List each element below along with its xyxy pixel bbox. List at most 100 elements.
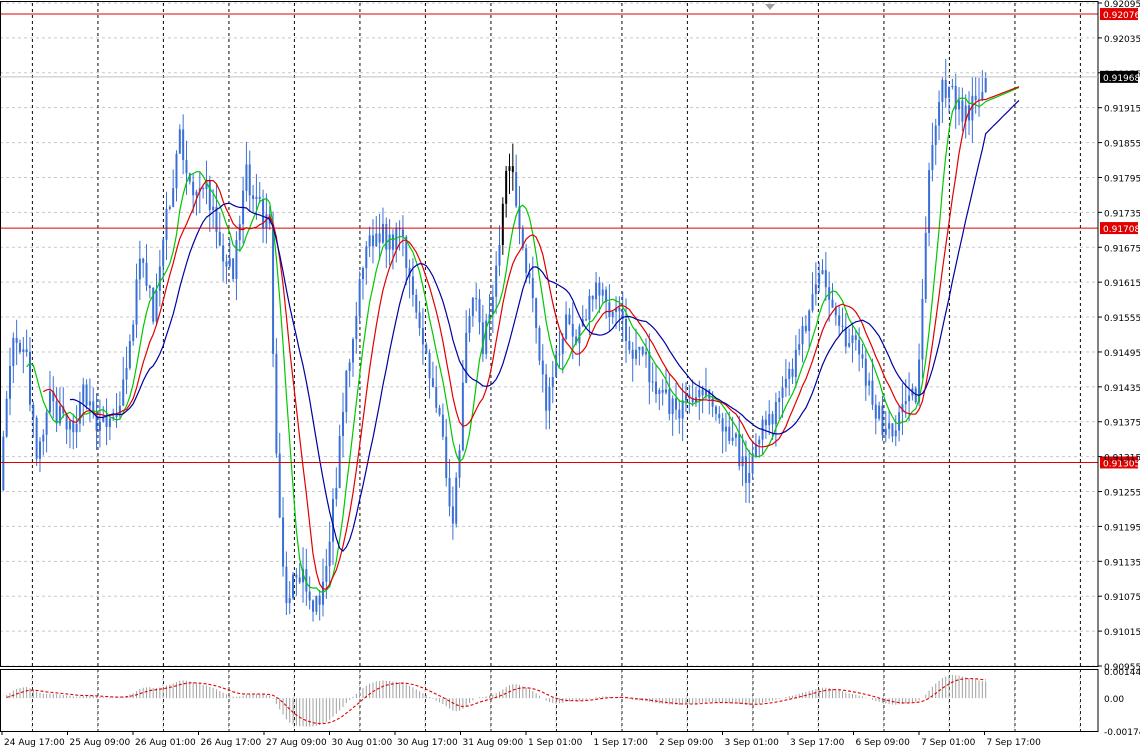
price-tick-label: 0.92035 bbox=[1104, 35, 1140, 45]
oscillator-tick-label: -0.00174 bbox=[1104, 728, 1140, 738]
candle-body bbox=[122, 379, 125, 406]
candle-body bbox=[781, 387, 784, 398]
candle-body bbox=[2, 436, 5, 491]
candle-body bbox=[108, 418, 111, 427]
candle-body bbox=[545, 374, 548, 411]
candle-body bbox=[871, 380, 874, 405]
candle-body bbox=[5, 398, 8, 437]
candle-body bbox=[15, 337, 18, 343]
candle-body bbox=[345, 370, 348, 412]
candle-body bbox=[138, 258, 141, 280]
candle-body bbox=[38, 441, 41, 459]
candle-body bbox=[658, 390, 661, 395]
candle-body bbox=[791, 368, 794, 377]
time-tick-label: 25 Aug 09:00 bbox=[70, 738, 131, 748]
candle-body bbox=[568, 314, 571, 324]
candle-body bbox=[348, 362, 351, 371]
candle-body bbox=[431, 378, 434, 388]
candle-body bbox=[864, 358, 867, 386]
candle-body bbox=[784, 378, 787, 388]
candle-body bbox=[938, 102, 941, 126]
candle-body bbox=[315, 595, 318, 612]
candle-body bbox=[738, 433, 741, 467]
candle-body bbox=[595, 282, 598, 300]
candle-body bbox=[648, 352, 651, 383]
candle-body bbox=[358, 279, 361, 316]
candle-body bbox=[898, 412, 901, 431]
candle-body bbox=[668, 389, 671, 415]
price-tick-label: 0.91615 bbox=[1104, 279, 1140, 289]
time-tick-label: 30 Aug 17:00 bbox=[397, 738, 458, 748]
candle-body bbox=[611, 311, 614, 318]
price-tick-label: 0.91555 bbox=[1104, 314, 1140, 324]
candle-body bbox=[175, 153, 178, 189]
candle-body bbox=[618, 307, 621, 312]
candle-body bbox=[535, 298, 538, 328]
candle-body bbox=[415, 294, 418, 313]
time-tick-label: 24 Aug 17:00 bbox=[4, 738, 65, 748]
candle-body bbox=[891, 423, 894, 437]
candle-body bbox=[378, 233, 381, 243]
candle-body bbox=[608, 302, 611, 318]
candle-body bbox=[858, 339, 861, 355]
candle-body bbox=[328, 541, 331, 567]
candle-body bbox=[455, 477, 458, 524]
candle-body bbox=[435, 387, 438, 408]
candle-body bbox=[928, 170, 931, 233]
candle-body bbox=[88, 401, 91, 406]
candle-body bbox=[598, 282, 601, 296]
candle-body bbox=[182, 129, 185, 161]
candle-body bbox=[135, 279, 138, 325]
candle-body bbox=[338, 435, 341, 488]
candle-body bbox=[178, 129, 181, 154]
candle-body bbox=[318, 595, 321, 605]
candle-body bbox=[218, 231, 221, 246]
candle-body bbox=[308, 591, 311, 601]
candle-body bbox=[322, 581, 325, 605]
candle-body bbox=[232, 258, 235, 280]
candle-body bbox=[128, 341, 131, 369]
candle-body bbox=[172, 188, 175, 207]
candle-body bbox=[22, 349, 25, 352]
candle-body bbox=[884, 428, 887, 435]
candle-body bbox=[98, 421, 101, 431]
candle-body bbox=[881, 405, 884, 435]
candle-body bbox=[561, 338, 564, 354]
horizontal-level-label: 0.91708 bbox=[1103, 225, 1140, 235]
candle-body bbox=[375, 233, 378, 247]
candle-body bbox=[811, 294, 814, 311]
candle-body bbox=[8, 366, 11, 399]
candle-body bbox=[225, 261, 228, 267]
price-tick-label: 0.91795 bbox=[1104, 174, 1140, 184]
candle-body bbox=[551, 376, 554, 387]
candle-body bbox=[142, 258, 145, 263]
candle-body bbox=[794, 349, 797, 377]
candle-body bbox=[771, 414, 774, 425]
price-tick-label: 0.92095 bbox=[1104, 0, 1140, 10]
candle-body bbox=[508, 166, 511, 171]
candle-body bbox=[951, 85, 954, 88]
candle-body bbox=[671, 398, 674, 415]
candle-body bbox=[821, 270, 824, 275]
candle-body bbox=[665, 389, 667, 393]
candle-body bbox=[531, 277, 534, 299]
price-chart[interactable]: 0.920760.917080.91305 0.920950.920350.91… bbox=[0, 0, 1140, 754]
candle-body bbox=[824, 270, 827, 288]
candle-body bbox=[498, 244, 501, 266]
candle-body bbox=[48, 391, 51, 413]
candle-body bbox=[155, 290, 158, 322]
candle-body bbox=[235, 240, 238, 280]
candle-body bbox=[924, 232, 927, 299]
candle-body bbox=[381, 223, 384, 243]
candle-body bbox=[335, 487, 338, 500]
candle-body bbox=[984, 78, 987, 93]
candle-body bbox=[368, 235, 371, 247]
candle-body bbox=[888, 423, 891, 429]
candle-body bbox=[874, 404, 877, 419]
candle-body bbox=[724, 426, 727, 432]
candle-body bbox=[641, 346, 644, 355]
candle-body bbox=[565, 314, 568, 339]
candle-body bbox=[272, 223, 275, 354]
candle-body bbox=[591, 295, 594, 300]
candle-body bbox=[801, 325, 804, 345]
